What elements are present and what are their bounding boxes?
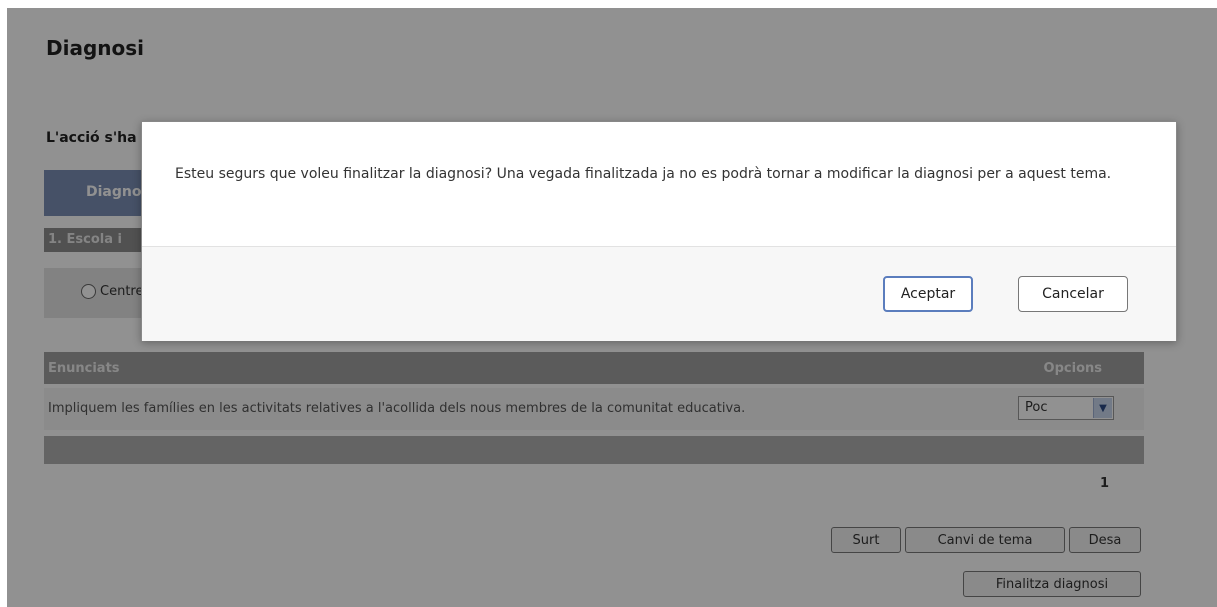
accept-button[interactable]: Aceptar xyxy=(883,276,973,312)
confirm-dialog: Esteu segurs que voleu finalitzar la dia… xyxy=(141,121,1177,341)
left-margin xyxy=(0,0,7,607)
cancel-button[interactable]: Cancelar xyxy=(1018,276,1128,312)
dialog-footer: Aceptar Cancelar xyxy=(142,246,1176,341)
dialog-message: Esteu segurs que voleu finalitzar la dia… xyxy=(175,166,1112,182)
top-margin xyxy=(0,0,1217,8)
